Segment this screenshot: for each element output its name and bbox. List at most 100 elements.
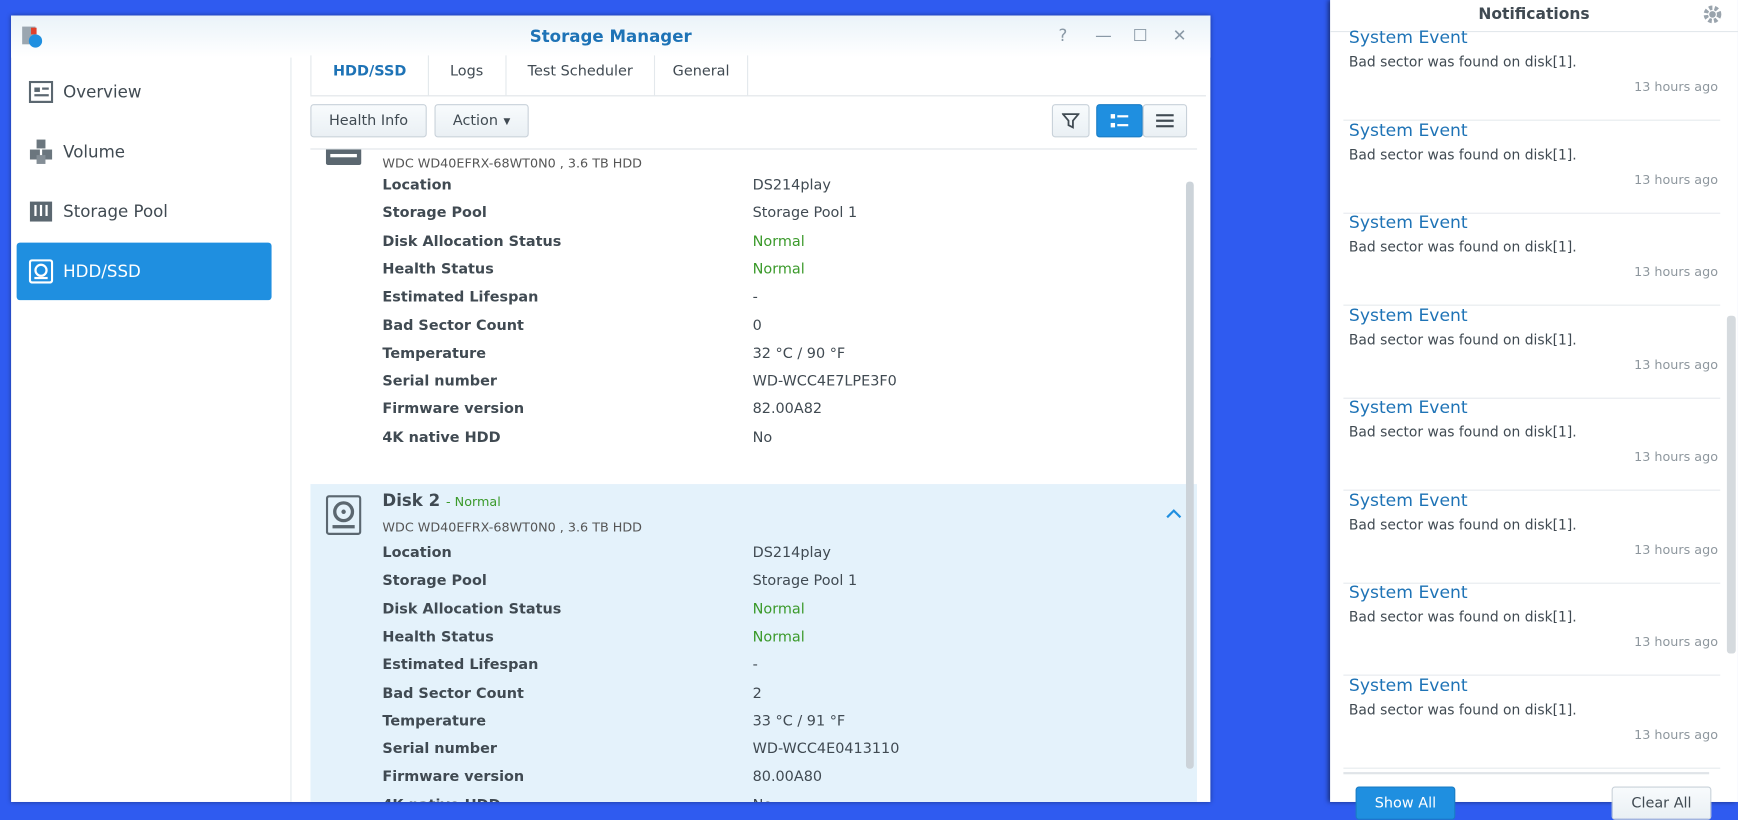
storage-manager-window: Storage Manager ? — ☐ ✕ Overview Volume … [11, 15, 1211, 802]
notification-title[interactable]: System Event [1349, 583, 1468, 603]
disk-property-row: Storage Pool Storage Pool 1 [382, 205, 1158, 233]
sidebar-item-volume[interactable]: Volume [17, 123, 272, 181]
property-label: Firmware version [382, 769, 525, 786]
notification-time: 13 hours ago [1634, 171, 1719, 187]
disk-icon [325, 149, 362, 166]
notification-time: 13 hours ago [1634, 726, 1719, 742]
property-label: Location [382, 177, 452, 194]
filter-button[interactable] [1051, 104, 1090, 138]
property-value: 33 °C / 91 °F [752, 713, 846, 730]
notification-title[interactable]: System Event [1349, 213, 1468, 233]
property-value: DS214play [752, 177, 831, 194]
minimize-icon[interactable]: — [1095, 25, 1112, 45]
property-label: Estimated Lifespan [382, 657, 539, 674]
notification-title[interactable]: System Event [1349, 305, 1468, 325]
notification-title[interactable]: System Event [1349, 120, 1468, 140]
storage-pool-icon [28, 199, 55, 223]
sidebar-item-overview[interactable]: Overview [17, 63, 272, 121]
notification-item[interactable]: System Event Bad sector was found on disk… [1343, 120, 1721, 214]
notification-item[interactable]: System Event Bad sector was found on disk… [1343, 398, 1721, 491]
property-value: 80.00A80 [752, 769, 823, 786]
property-label: Storage Pool [382, 573, 487, 590]
notification-title[interactable]: System Event [1349, 398, 1468, 418]
hdd-icon [28, 259, 55, 284]
property-label: Bad Sector Count [382, 317, 524, 334]
disk-item-2[interactable]: Disk 2 - Normal WDC WD40EFRX-68WT0N0 , 3… [310, 484, 1198, 802]
disk-property-row: Storage Pool Storage Pool 1 [382, 573, 1158, 601]
property-label: Health Status [382, 261, 494, 278]
disk-property-row: Bad Sector Count 0 [382, 317, 1158, 345]
notification-message: Bad sector was found on disk[1]. [1348, 238, 1577, 255]
sidebar-item-label: HDD/SSD [63, 261, 141, 282]
detail-view-button[interactable] [1096, 104, 1143, 138]
property-label: 4K native HDD [382, 429, 501, 447]
help-icon[interactable]: ? [1059, 25, 1068, 45]
property-label: Serial number [382, 373, 497, 391]
tab-general[interactable]: General [655, 55, 749, 96]
notification-title[interactable]: System Event [1349, 490, 1468, 510]
sidebar-item-label: Volume [63, 141, 126, 162]
tab-test-scheduler[interactable]: Test Scheduler [507, 55, 656, 96]
notification-message: Bad sector was found on disk[1]. [1348, 330, 1577, 348]
title-bar[interactable]: Storage Manager ? — ☐ ✕ [11, 15, 1211, 58]
property-label: Disk Allocation Status [382, 233, 562, 250]
notification-message: Bad sector was found on disk[1]. [1348, 608, 1577, 625]
disk-property-row: Disk Allocation Status Normal [382, 601, 1158, 629]
notification-message: Bad sector was found on disk[1]. [1348, 423, 1577, 440]
disk-list: WDC WD40EFRX-68WT0N0 , 3.6 TB HDD Locati… [310, 148, 1198, 802]
health-info-button[interactable]: Health Info [310, 104, 427, 138]
notification-time: 13 hours ago [1634, 78, 1719, 95]
property-value: 82.00A82 [752, 401, 823, 419]
notification-item[interactable]: System Event Bad sector was found on disk… [1343, 213, 1721, 306]
disk-model: WDC WD40EFRX-68WT0N0 , 3.6 TB HDD [382, 155, 642, 171]
tab-logs[interactable]: Logs [428, 55, 507, 96]
disk-item-1[interactable]: WDC WD40EFRX-68WT0N0 , 3.6 TB HDD Locati… [310, 149, 1197, 471]
notification-message: Bad sector was found on disk[1]. [1348, 53, 1577, 70]
volume-cubes-icon [28, 139, 55, 164]
disk-icon [325, 495, 362, 536]
gear-icon[interactable] [1703, 4, 1723, 24]
disk-property-row: Serial number WD-WCC4E7LPE3F0 [382, 373, 1158, 401]
notification-item[interactable]: System Event Bad sector was found on disk… [1343, 675, 1721, 769]
disk-status: - Normal [446, 494, 501, 510]
list-view-button[interactable] [1142, 104, 1188, 138]
notifications-panel: Notifications System Event Bad sector was… [1330, 0, 1738, 820]
property-value: WD-WCC4E0413110 [752, 741, 900, 758]
clear-all-button[interactable]: Clear All [1611, 786, 1712, 820]
tab-bar: HDD/SSD Logs Test Scheduler General [310, 55, 1206, 97]
sidebar-item-storage-pool[interactable]: Storage Pool [17, 183, 272, 241]
property-value: WD-WCC4E7LPE3F0 [752, 373, 897, 391]
caret-down-icon: ▼ [503, 115, 511, 126]
notification-time: 13 hours ago [1634, 356, 1719, 372]
notifications-scrollbar[interactable] [1726, 315, 1736, 654]
notification-item[interactable]: System Event Bad sector was found on disk… [1343, 28, 1721, 121]
disk-property-row: 4K native HDD No [382, 797, 1158, 802]
window-title: Storage Manager [529, 26, 692, 47]
property-value: Normal [752, 629, 805, 646]
notification-item[interactable]: System Event Bad sector was found on disk… [1343, 305, 1721, 399]
disk-property-row: Temperature 33 °C / 91 °F [382, 713, 1158, 741]
close-icon[interactable]: ✕ [1173, 25, 1187, 45]
content-scrollbar[interactable] [1185, 181, 1194, 769]
property-value: Storage Pool 1 [752, 205, 858, 222]
tab-hdd-ssd[interactable]: HDD/SSD [310, 55, 429, 96]
disk-property-row: Disk Allocation Status Normal [382, 233, 1158, 261]
notification-item[interactable]: System Event Bad sector was found on disk… [1343, 583, 1721, 676]
notification-title[interactable]: System Event [1349, 28, 1468, 48]
sidebar-item-hdd-ssd[interactable]: HDD/SSD [16, 242, 272, 301]
property-label: Serial number [382, 741, 497, 758]
property-label: Firmware version [382, 401, 525, 419]
maximize-icon[interactable]: ☐ [1133, 25, 1148, 45]
filter-icon [1061, 113, 1080, 129]
notification-title[interactable]: System Event [1349, 675, 1468, 695]
notification-message: Bad sector was found on disk[1]. [1348, 145, 1577, 163]
property-value: - [752, 289, 758, 306]
notification-time: 13 hours ago [1634, 448, 1719, 465]
show-all-button[interactable]: Show All [1355, 786, 1456, 820]
property-label: Temperature [382, 713, 487, 730]
chevron-up-icon[interactable] [1166, 508, 1182, 519]
notification-item[interactable]: System Event Bad sector was found on disk… [1343, 490, 1721, 584]
action-button[interactable]: Action ▼ [434, 104, 529, 138]
list-icon [1156, 114, 1174, 128]
disk-property-row: Firmware version 82.00A82 [382, 401, 1158, 429]
